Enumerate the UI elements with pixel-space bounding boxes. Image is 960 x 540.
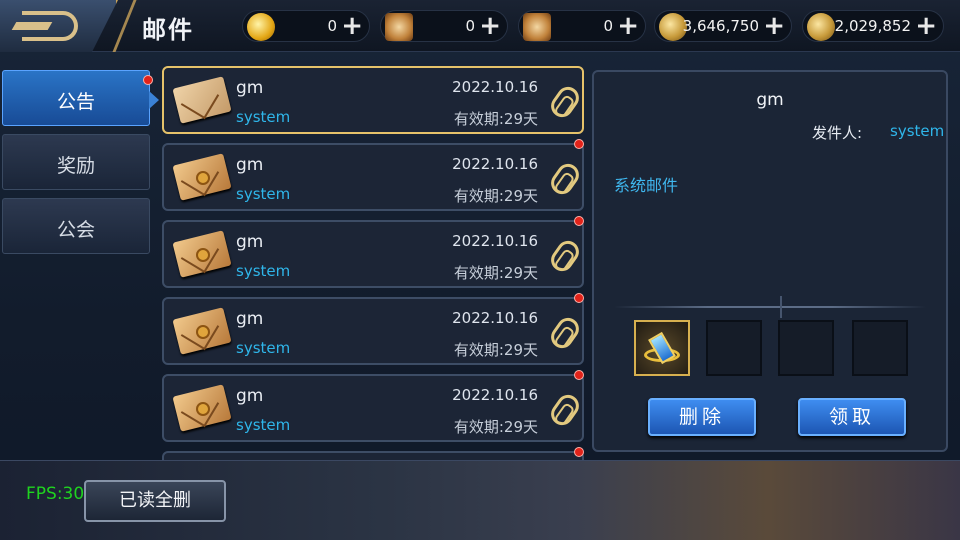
opened-envelope-icon (172, 76, 232, 124)
attachment-slot-empty (706, 320, 762, 376)
mail-from: system (236, 108, 291, 126)
mail-sender: gm (236, 232, 264, 252)
tab-reward[interactable]: 奖励 (2, 134, 150, 190)
unread-dot (143, 75, 153, 85)
mail-expiry: 有效期:29天 (453, 418, 538, 436)
mail-detail-panel: gm 发件人: system 系统邮件 删除 领取 (592, 70, 948, 452)
blue-crystal-item-icon (644, 328, 680, 368)
add-locked-coin-button[interactable]: + (915, 11, 937, 41)
tab-announcement[interactable]: 公告 (2, 70, 159, 126)
mail-expiry: 有效期:29天 (453, 264, 538, 282)
mail-sender: gm (236, 386, 264, 406)
gold-gem-icon (247, 13, 275, 41)
sealed-envelope-icon (172, 384, 232, 432)
tab-announcement-label: 公告 (56, 91, 95, 113)
page-title: 邮件 (142, 16, 194, 44)
tab-guild[interactable]: 公会 (2, 198, 150, 254)
mail-item[interactable]: gm system 2022.10.16 有效期:29天 (162, 370, 584, 442)
mail-date: 2022.10.16 (452, 78, 538, 96)
add-coin-button[interactable]: + (763, 11, 785, 41)
paperclip-icon (546, 159, 584, 199)
mail-item[interactable]: gm system 2022.10.16 有效期:29天 (162, 139, 584, 211)
active-tab-pointer (149, 91, 159, 109)
tab-reward-label: 奖励 (56, 155, 95, 177)
attachment-slot-empty (778, 320, 834, 376)
mail-date: 2022.10.16 (452, 155, 538, 173)
delete-all-read-button[interactable]: 已读全删 (84, 480, 226, 522)
paperclip-icon (546, 82, 584, 122)
delete-button[interactable]: 删除 (648, 398, 756, 436)
mail-sender: gm (236, 309, 264, 329)
resource-gem-value: 0 (327, 17, 337, 35)
mail-from: system (236, 185, 291, 203)
detail-sender: gm (756, 90, 784, 110)
divider-tick (780, 296, 782, 318)
mail-from: system (236, 262, 291, 280)
mail-expiry: 有效期:29天 (453, 110, 538, 128)
locked-scroll-icon (523, 13, 551, 41)
mail-item[interactable]: gm system 2022.10.16 有效期:29天 (162, 216, 584, 288)
mail-from: system (236, 416, 291, 434)
attachment-slot-empty (852, 320, 908, 376)
mail-item[interactable]: gm system 2022.10.16 有效期:29天 (162, 293, 584, 365)
top-bar: 邮件 0 + 0 + 0 + 3,646,750 + 2,029,852 + (0, 0, 960, 52)
mail-screen: 邮件 0 + 0 + 0 + 3,646,750 + 2,029,852 + 公… (0, 0, 960, 540)
paperclip-icon (546, 390, 584, 430)
mail-sender: gm (236, 155, 264, 175)
resource-locked-scroll: 0 + (518, 10, 646, 42)
resource-coin-value: 3,646,750 (682, 17, 759, 35)
claim-button[interactable]: 领取 (798, 398, 906, 436)
resource-red-scroll: 0 + (380, 10, 508, 42)
mail-date: 2022.10.16 (452, 309, 538, 327)
sealed-envelope-icon (172, 230, 232, 278)
red-scroll-icon (385, 13, 413, 41)
locked-coin-icon (807, 13, 835, 41)
resource-locked-coin: 2,029,852 + (802, 10, 944, 42)
detail-from-label: 发件人: (812, 124, 863, 142)
detail-from-value: system (890, 122, 945, 140)
resource-gem: 0 + (242, 10, 370, 42)
unread-dot (574, 216, 584, 226)
unread-dot (574, 293, 584, 303)
paperclip-icon (546, 236, 584, 276)
resource-coin: 3,646,750 + (654, 10, 792, 42)
back-arrow-stem (11, 22, 53, 30)
detail-body: 系统邮件 (614, 176, 679, 195)
mail-from: system (236, 339, 291, 357)
paperclip-icon (546, 313, 584, 353)
fps-counter: FPS:30 (26, 484, 85, 504)
mail-sender: gm (236, 78, 264, 98)
mail-expiry: 有效期:29天 (453, 187, 538, 205)
mail-date: 2022.10.16 (452, 386, 538, 404)
unread-dot (574, 139, 584, 149)
attachment-slot[interactable] (634, 320, 690, 376)
mail-list[interactable]: gm system 2022.10.16 有效期:29天 gm system 2… (162, 64, 586, 460)
add-gem-button[interactable]: + (341, 11, 363, 41)
mail-item[interactable]: gm system 2022.10.16 有效期:29天 (162, 66, 584, 134)
sealed-envelope-icon (172, 307, 232, 355)
mail-expiry: 有效期:29天 (453, 341, 538, 359)
unread-dot (574, 370, 584, 380)
mail-item-partial[interactable] (162, 447, 584, 460)
add-red-scroll-button[interactable]: + (479, 11, 501, 41)
add-locked-scroll-button[interactable]: + (617, 11, 639, 41)
tab-guild-label: 公会 (56, 219, 95, 241)
divider (614, 306, 926, 308)
resource-red-scroll-value: 0 (465, 17, 475, 35)
resource-locked-scroll-value: 0 (603, 17, 613, 35)
mail-date: 2022.10.16 (452, 232, 538, 250)
resource-locked-coin-value: 2,029,852 (834, 17, 911, 35)
sealed-envelope-icon (172, 153, 232, 201)
unread-dot (574, 447, 584, 457)
